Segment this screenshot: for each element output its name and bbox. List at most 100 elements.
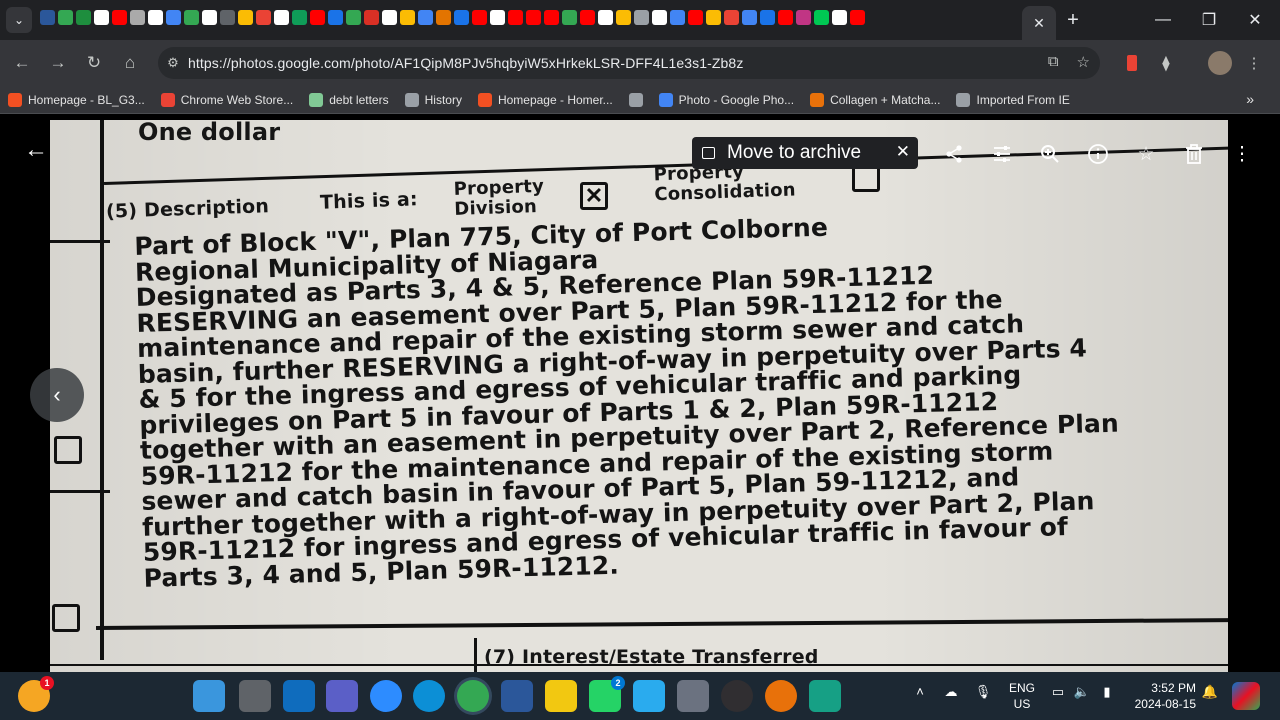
tab-favicon-icon[interactable] [58,10,73,25]
tab-favicon-icon[interactable] [274,10,289,25]
taskbar-whatsapp-icon[interactable]: 2 [589,676,625,712]
taskbar-file-explorer-icon[interactable] [545,680,577,712]
tab-favicon-icon[interactable] [166,10,181,25]
restore-button[interactable]: ❐ [1186,0,1232,40]
site-info-icon[interactable]: ⚙ [158,55,188,71]
bookmark-item[interactable]: debt letters [301,86,396,114]
taskbar-chrome-icon[interactable] [457,680,489,712]
tab-favicon-icon[interactable] [814,10,829,25]
taskbar-edge-icon[interactable] [413,680,445,712]
extensions-puzzle-icon[interactable]: ⧫ [1154,49,1178,77]
move-to-archive-button[interactable]: Move to archive ✕ [692,137,918,169]
back-arrow-icon[interactable]: ← [22,136,50,164]
more-icon[interactable]: ⋮ [1226,138,1258,170]
active-tab[interactable]: ✕ [1022,6,1056,40]
taskbar-task-view-icon[interactable] [239,680,271,712]
tab-favicon-icon[interactable] [598,10,613,25]
new-tab-button[interactable]: + [1062,10,1084,32]
close-tab-icon[interactable]: ✕ [1033,15,1045,32]
tab-favicon-icon[interactable] [292,10,307,25]
tab-favicon-icon[interactable] [634,10,649,25]
bookmark-item[interactable]: Homepage - Homer... [470,86,621,114]
tab-favicon-icon[interactable] [364,10,379,25]
cloud-icon[interactable]: ☁ [940,684,962,700]
tab-favicon-icon[interactable] [706,10,721,25]
tab-search-button[interactable]: ⌄ [6,7,32,33]
tab-favicon-icon[interactable] [400,10,415,25]
tab-favicon-icon[interactable] [436,10,451,25]
taskbar-onedrive-icon[interactable] [283,680,315,712]
taskbar-teams-icon[interactable] [326,680,358,712]
bookmark-item[interactable]: Collagen + Matcha... [802,86,948,114]
tab-favicon-icon[interactable] [40,10,55,25]
tab-favicon-icon[interactable] [454,10,469,25]
taskbar-zoom-icon[interactable] [370,680,402,712]
tab-favicon-icon[interactable] [670,10,685,25]
zoom-icon[interactable] [1034,138,1066,170]
minimize-button[interactable]: — [1140,0,1186,40]
tab-favicon-icon[interactable] [112,10,127,25]
tab-favicon-icon[interactable] [220,10,235,25]
tab-favicon-icon[interactable] [832,10,847,25]
tab-favicon-icon[interactable] [760,10,775,25]
tab-favicon-icon[interactable] [508,10,523,25]
bookmark-item[interactable]: History [397,86,470,114]
taskbar-app-red-icon[interactable] [765,680,797,712]
tab-favicon-icon[interactable] [778,10,793,25]
previous-photo-button[interactable]: ‹ [30,368,84,422]
tab-favicon-icon[interactable] [148,10,163,25]
tab-favicon-icon[interactable] [238,10,253,25]
tab-favicon-icon[interactable] [130,10,145,25]
install-app-icon[interactable]: ⧉ [1048,53,1059,71]
extension-pin-icon[interactable] [1120,49,1144,77]
bookmark-item[interactable]: Photo - Google Pho... [651,86,802,114]
speaker-icon[interactable]: 🔈 [1072,684,1092,700]
address-bar[interactable]: ⚙ https://photos.google.com/photo/AF1Qip… [158,47,1100,79]
taskbar-obs-icon[interactable] [721,680,753,712]
tab-favicon-icon[interactable] [184,10,199,25]
tab-favicon-icon[interactable] [544,10,559,25]
window-close-button[interactable]: ✕ [1232,0,1278,40]
taskbar-word-icon[interactable] [501,680,533,712]
tab-favicon-icon[interactable] [796,10,811,25]
taskbar-telegram-icon[interactable] [633,680,665,712]
tab-favicon-icon[interactable] [418,10,433,25]
tab-favicon-icon[interactable] [526,10,541,25]
delete-icon[interactable] [1178,138,1210,170]
reload-icon[interactable]: ↻ [76,45,112,81]
microphone-icon[interactable]: 🎙 [972,684,994,700]
display-icon[interactable]: ▭ [1048,684,1068,700]
tab-favicon-icon[interactable] [652,10,667,25]
tab-favicon-icon[interactable] [76,10,91,25]
bookmark-item[interactable] [621,86,651,114]
tab-favicon-icon[interactable] [310,10,325,25]
tab-favicon-icon[interactable] [382,10,397,25]
bookmark-item[interactable]: Chrome Web Store... [153,86,302,114]
profile-avatar[interactable] [1206,49,1234,77]
edit-icon[interactable] [986,138,1018,170]
share-icon[interactable] [938,138,970,170]
tab-favicon-icon[interactable] [346,10,361,25]
home-icon[interactable]: ⌂ [112,45,148,81]
browser-menu-icon[interactable]: ⋮ [1244,49,1264,77]
tab-favicon-icon[interactable] [616,10,631,25]
tab-favicon-icon[interactable] [256,10,271,25]
tab-favicon-icon[interactable] [850,10,865,25]
forward-arrow-icon[interactable]: → [40,45,76,81]
taskbar-device-icon[interactable] [677,680,709,712]
notification-bell-icon[interactable]: 🔔 [1200,684,1220,700]
copilot-icon[interactable] [1232,682,1260,710]
bookmark-star-icon[interactable]: ☆ [1077,53,1090,71]
system-clock[interactable]: 3:52 PM 2024-08-15 [1128,680,1196,712]
tab-favicon-icon[interactable] [328,10,343,25]
tab-favicon-icon[interactable] [688,10,703,25]
taskbar-app-teal-icon[interactable] [809,680,841,712]
tab-favicon-icon[interactable] [742,10,757,25]
tab-favicon-icon[interactable] [472,10,487,25]
tab-favicon-icon[interactable] [562,10,577,25]
battery-icon[interactable]: ▮ [1096,684,1118,700]
tab-favicon-icon[interactable] [724,10,739,25]
url-text[interactable]: https://photos.google.com/photo/AF1QipM8… [188,55,743,71]
bookmarks-overflow-button[interactable]: » [1246,91,1254,107]
tab-favicon-icon[interactable] [202,10,217,25]
